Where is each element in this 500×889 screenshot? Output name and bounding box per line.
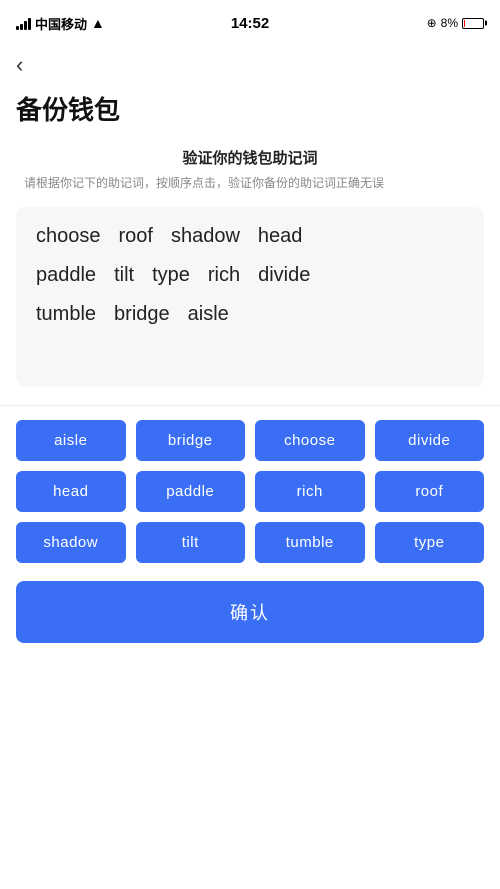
word-rich: rich <box>208 264 240 287</box>
status-carrier: 中国移动 ▲ <box>16 14 105 33</box>
word-choose: choose <box>36 225 101 248</box>
word-btn-type[interactable]: type <box>375 522 485 563</box>
word-row-1: choose roof shadow head <box>36 225 464 248</box>
word-tumble: tumble <box>36 303 96 326</box>
confirm-button[interactable]: 确认 <box>16 581 484 643</box>
battery-percent: 8% <box>441 16 458 30</box>
word-btn-divide[interactable]: divide <box>375 420 485 461</box>
section-title: 验证你的钱包助记词 <box>0 147 500 168</box>
status-bar: 中国移动 ▲ 14:52 ⊕ 8% <box>0 0 500 40</box>
word-btn-head[interactable]: head <box>16 471 126 512</box>
back-button[interactable]: ‹ <box>16 48 23 82</box>
word-row-2: paddle tilt type rich divide <box>36 264 464 287</box>
confirm-button-wrap: 确认 <box>0 581 500 673</box>
word-roof: roof <box>119 225 153 248</box>
word-paddle: paddle <box>36 264 96 287</box>
word-btn-roof[interactable]: roof <box>375 471 485 512</box>
word-buttons-grid: aisle bridge choose divide head paddle r… <box>0 420 500 563</box>
word-bridge: bridge <box>114 303 170 326</box>
word-btn-bridge[interactable]: bridge <box>136 420 246 461</box>
wifi-icon: ▲ <box>91 15 105 31</box>
charging-icon: ⊕ <box>427 16 437 30</box>
section-desc: 请根据你记下的助记词，按顺序点击，验证你备份的助记词正确无误 <box>0 174 500 193</box>
word-btn-rich[interactable]: rich <box>255 471 365 512</box>
word-type: type <box>152 264 190 287</box>
word-btn-choose[interactable]: choose <box>255 420 365 461</box>
word-aisle: aisle <box>188 303 229 326</box>
carrier-label: 中国移动 <box>35 14 87 33</box>
signal-icon <box>16 16 31 30</box>
page-title: 备份钱包 <box>16 90 484 127</box>
word-divide: divide <box>258 264 310 287</box>
status-right: ⊕ 8% <box>427 16 484 30</box>
word-tilt: tilt <box>114 264 134 287</box>
word-btn-paddle[interactable]: paddle <box>136 471 246 512</box>
battery-icon <box>462 18 484 29</box>
divider <box>0 405 500 406</box>
word-row-3: tumble bridge aisle <box>36 303 464 326</box>
word-shadow: shadow <box>171 225 240 248</box>
word-btn-tumble[interactable]: tumble <box>255 522 365 563</box>
bottom-space <box>0 673 500 713</box>
word-display-box: choose roof shadow head paddle tilt type… <box>16 207 484 387</box>
page-header: ‹ 备份钱包 <box>0 40 500 147</box>
status-time: 14:52 <box>231 15 269 32</box>
word-btn-aisle[interactable]: aisle <box>16 420 126 461</box>
word-head: head <box>258 225 303 248</box>
word-btn-tilt[interactable]: tilt <box>136 522 246 563</box>
word-btn-shadow[interactable]: shadow <box>16 522 126 563</box>
